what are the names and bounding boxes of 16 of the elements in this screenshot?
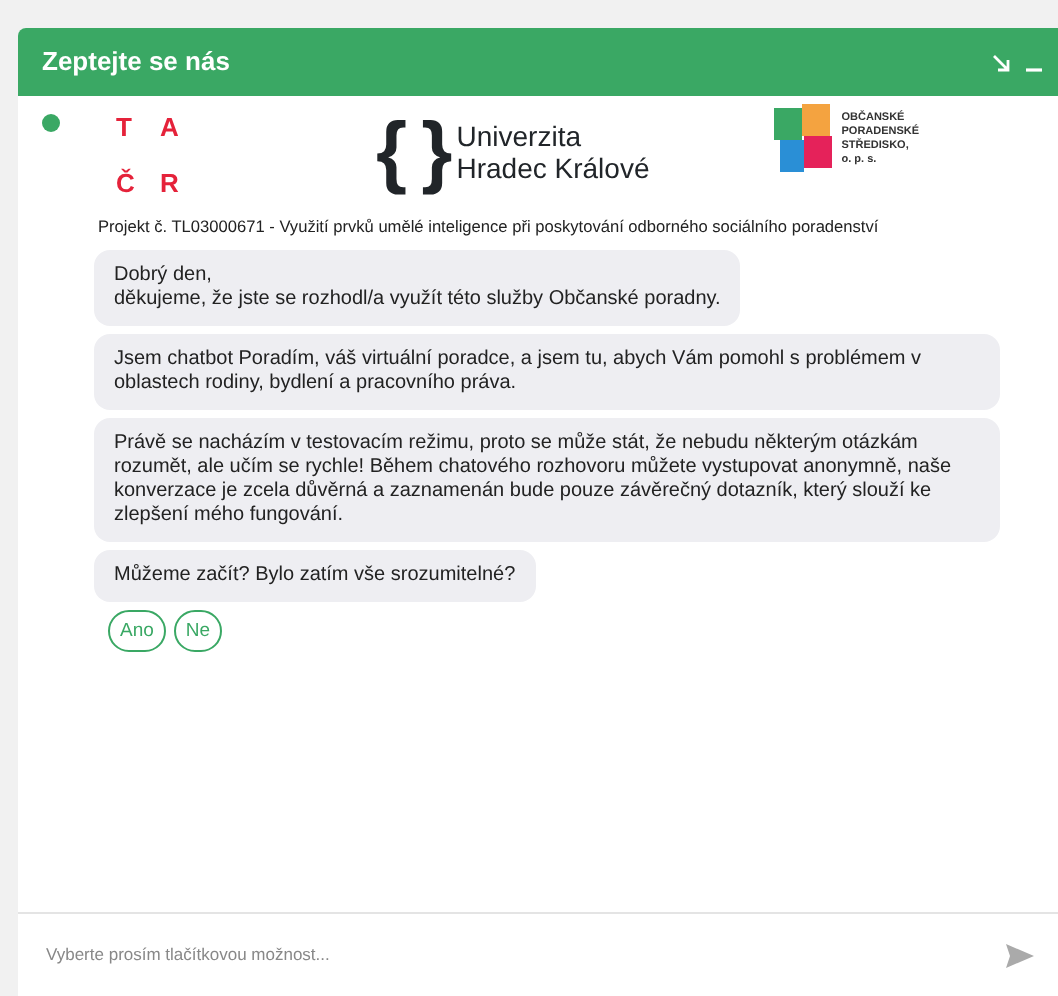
puzzle-logo-icon	[773, 104, 834, 176]
resize-icon[interactable]	[992, 53, 1010, 71]
tacr-logo: T A Č R	[116, 110, 181, 201]
university-name: Univerzita Hradec Králové	[456, 120, 650, 184]
choice-button[interactable]: Ne	[173, 610, 223, 653]
status-dot	[42, 114, 60, 132]
chat-title: Zeptejte se nás	[42, 44, 230, 81]
bot-message: Právě se nacházím v testovacím režimu, proto se může stát, že nebudu některým otázkám rozumět, ale učím se rychle! Během chatového rozhovoru můžete vystupovat anonymně, naše konverzace je zcela důvěrná a zaznamenán bude pouze závěrečný dotazník, který slouží ke zlepšení mého fungování.	[94, 418, 1000, 543]
send-icon[interactable]	[1006, 943, 1034, 967]
message-input[interactable]: Vyberte prosím tlačítkovou možnost...	[42, 940, 1006, 970]
bot-message: Dobrý den, děkujeme, že jste se rozhodl/a využít této služby Občanské poradny.	[94, 250, 741, 327]
choice-button[interactable]: Ano	[108, 610, 166, 653]
bot-message: Jsem chatbot Poradím, váš virtuální poradce, a jsem tu, abych Vám pomohl s problémem v oblastech rodiny, bydlení a pracovního práva.	[94, 334, 1000, 411]
braces-logo-mark: { }	[376, 112, 449, 192]
bot-message: Můžeme začít? Bylo zatím vše srozumitelné?	[94, 550, 536, 603]
project-caption: Projekt č. TL03000671 - Využití prvků umělé inteligence při poskytování odborného sociálního poradenství	[98, 214, 881, 239]
